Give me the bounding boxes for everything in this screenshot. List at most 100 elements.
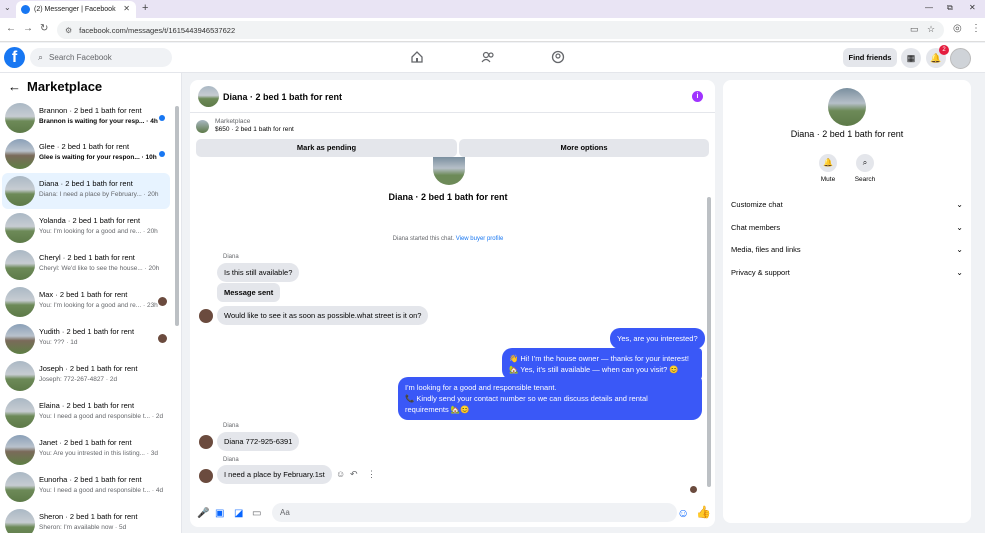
back-icon[interactable]: ←: [6, 23, 16, 34]
home-icon[interactable]: [410, 50, 424, 64]
emoji-icon[interactable]: ☺: [677, 506, 689, 520]
browser-titlebar: ⌄ (2) Messenger | Facebook ✕ + — ⧉ ✕: [0, 0, 985, 18]
chat-name: Sheron · 2 bed 1 bath for rent: [39, 512, 138, 521]
tab-search-icon[interactable]: ⌄: [4, 3, 11, 12]
site-info-icon[interactable]: ⚙: [65, 26, 72, 35]
avatar: [5, 509, 35, 533]
chat-item[interactable]: Eunorha · 2 bed 1 bath for rent You: I n…: [2, 469, 170, 505]
sticker-icon[interactable]: ◪: [234, 508, 243, 519]
like-thumb-icon[interactable]: 👍: [696, 505, 711, 519]
sidebar-title: Marketplace: [27, 79, 103, 94]
menu-grid-icon[interactable]: ▦: [901, 48, 921, 68]
forward-icon[interactable]: →: [23, 23, 33, 34]
sender-avatar[interactable]: [199, 309, 213, 323]
chat-item[interactable]: Yudith · 2 bed 1 bath for rent You: ??? …: [2, 321, 170, 357]
tab-close-icon[interactable]: ✕: [123, 4, 130, 13]
maximize-button[interactable]: ⧉: [947, 3, 953, 13]
sidebar-header: ← Marketplace: [8, 79, 102, 94]
back-arrow-icon[interactable]: ←: [8, 79, 21, 94]
conversation-scrollbar[interactable]: [707, 197, 711, 487]
incoming-message[interactable]: Would like to see it as soon as possible…: [217, 306, 429, 325]
photo-icon[interactable]: ▣: [215, 508, 224, 519]
avatar: [5, 472, 35, 502]
avatar: [5, 176, 35, 206]
media-files-section[interactable]: Media, files and links ⌄: [731, 245, 963, 263]
sender-avatar[interactable]: [199, 435, 213, 449]
view-buyer-profile-link[interactable]: View buyer profile: [456, 236, 504, 242]
listing-thumbnail[interactable]: [196, 120, 209, 133]
tab-title: (2) Messenger | Facebook: [34, 6, 116, 13]
chat-item[interactable]: Elaina · 2 bed 1 bath for rent You: I ne…: [2, 395, 170, 431]
address-bar-row: ← → ↻ ⚙ facebook.com/messages/t/16154439…: [0, 18, 985, 42]
chat-item[interactable]: Sheron · 2 bed 1 bath for rent Sheron: I…: [2, 506, 170, 533]
info-icon[interactable]: i: [692, 91, 703, 102]
chevron-down-icon: ⌄: [956, 200, 963, 209]
browser-menu-icon[interactable]: ⋮: [971, 23, 981, 34]
groups-icon[interactable]: [551, 50, 565, 64]
chat-item[interactable]: Max · 2 bed 1 bath for rent You: I'm loo…: [2, 284, 170, 320]
account-avatar[interactable]: [950, 48, 971, 69]
chat-item[interactable]: Cheryl · 2 bed 1 bath for rent Cheryl: W…: [2, 247, 170, 283]
chat-item[interactable]: Brannon · 2 bed 1 bath for rent Brannon …: [2, 100, 170, 136]
url-bar[interactable]: ⚙ facebook.com/messages/t/16154439465376…: [57, 21, 944, 39]
message-input[interactable]: Aa: [272, 503, 677, 522]
close-window-button[interactable]: ✕: [969, 3, 976, 12]
profile-icon[interactable]: ◎: [953, 23, 962, 34]
chat-name: Yudith · 2 bed 1 bath for rent: [39, 327, 135, 336]
customize-chat-section[interactable]: Customize chat ⌄: [731, 200, 963, 218]
more-options-button[interactable]: More options: [459, 139, 709, 157]
more-actions-icon[interactable]: ⋮: [367, 469, 376, 480]
browser-tab[interactable]: (2) Messenger | Facebook ✕: [16, 1, 136, 18]
gif-icon[interactable]: ▭: [252, 508, 261, 519]
chat-item[interactable]: Janet · 2 bed 1 bath for rent You: Are y…: [2, 432, 170, 468]
outgoing-message[interactable]: Yes, are you interested?: [610, 328, 705, 349]
read-receipt-avatar: [690, 486, 697, 493]
seen-avatar-icon: [158, 334, 167, 343]
listing-title[interactable]: $650 · 2 bed 1 bath for rent: [215, 126, 294, 133]
chat-item[interactable]: Yolanda · 2 bed 1 bath for rent You: I'm…: [2, 210, 170, 246]
chat-name: Janet · 2 bed 1 bath for rent: [39, 438, 132, 447]
minimize-button[interactable]: —: [925, 3, 933, 12]
sidebar-scrollbar[interactable]: [175, 106, 179, 326]
new-tab-button[interactable]: +: [142, 2, 148, 14]
bookmark-star-icon[interactable]: ☆: [927, 24, 935, 35]
search-conversation-icon[interactable]: ⌕: [856, 154, 874, 172]
outgoing-message[interactable]: I'm looking for a good and responsible t…: [398, 377, 702, 420]
outgoing-message[interactable]: 👋 Hi! I'm the house owner — thanks for y…: [502, 348, 702, 380]
cast-icon[interactable]: ▭: [910, 24, 919, 35]
chat-preview: You: I need a good and responsible t... …: [39, 413, 164, 420]
react-emoji-icon[interactable]: ☺: [336, 469, 345, 479]
reload-icon[interactable]: ↻: [40, 23, 48, 34]
chat-started-notice: Diana started this chat. View buyer prof…: [190, 236, 706, 242]
chat-item[interactable]: Glee · 2 bed 1 bath for rent Glee is wai…: [2, 136, 170, 172]
reply-icon[interactable]: ↶: [350, 469, 358, 480]
conversation-heading: Diana · 2 bed 1 bath for rent: [388, 192, 508, 202]
url-text: facebook.com/messages/t/1615443946537622: [79, 25, 236, 35]
incoming-message[interactable]: Is this still available?: [217, 263, 300, 282]
privacy-support-section[interactable]: Privacy & support ⌄: [731, 268, 963, 286]
friends-icon[interactable]: [481, 50, 495, 64]
marketplace-label: Marketplace: [215, 118, 251, 125]
chat-item-selected[interactable]: Diana · 2 bed 1 bath for rent Diana: I n…: [2, 173, 170, 209]
chat-name: Cheryl · 2 bed 1 bath for rent: [39, 253, 135, 262]
message-sent-card[interactable]: Message sent: [217, 283, 281, 302]
avatar[interactable]: [198, 86, 219, 107]
mark-as-pending-button[interactable]: Mark as pending: [196, 139, 457, 157]
chat-members-section[interactable]: Chat members ⌄: [731, 223, 963, 241]
chat-item[interactable]: Joseph · 2 bed 1 bath for rent Joseph: 7…: [2, 358, 170, 394]
facebook-search[interactable]: ⌕ Search Facebook: [30, 48, 172, 67]
chat-preview: Brannon is waiting for your resp... · 4h: [39, 118, 158, 125]
mute-bell-icon[interactable]: 🔔: [819, 154, 837, 172]
avatar[interactable]: [828, 88, 866, 126]
section-label: Customize chat: [731, 200, 783, 209]
chat-preview: You: I'm looking for a good and re... · …: [39, 228, 158, 235]
incoming-message[interactable]: Diana 772-925-6391: [217, 432, 300, 451]
find-friends-button[interactable]: Find friends: [843, 48, 897, 67]
incoming-message[interactable]: I need a place by February.1st: [217, 465, 332, 484]
facebook-logo[interactable]: f: [4, 47, 25, 68]
mute-label: Mute: [820, 176, 836, 183]
avatar: [5, 213, 35, 243]
conversation-title[interactable]: Diana · 2 bed 1 bath for rent: [223, 92, 342, 102]
sender-avatar[interactable]: [199, 469, 213, 483]
microphone-icon[interactable]: 🎤: [197, 508, 209, 519]
